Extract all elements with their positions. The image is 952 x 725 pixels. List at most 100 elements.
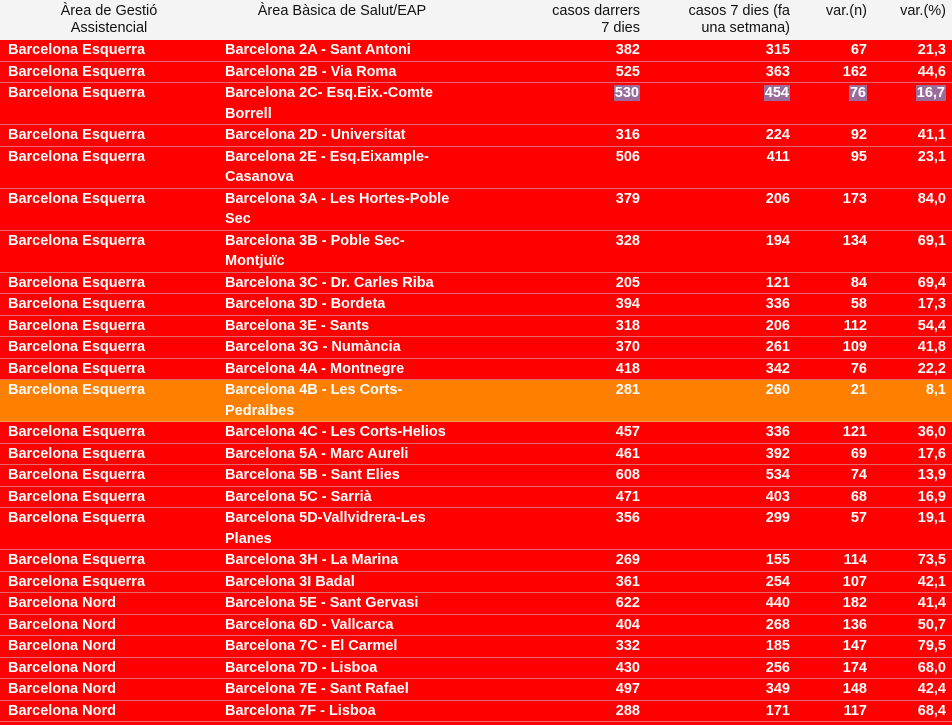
cell-casos-7-dies[interactable]: 379 <box>456 189 648 230</box>
table-row[interactable]: Barcelona Esquerra Barcelona 2E - Esq.Eix… <box>0 146 952 189</box>
cell-var-pct[interactable]: 50,7 <box>874 615 952 636</box>
cell-casos-7-dies[interactable]: 471 <box>456 487 648 508</box>
cell-area[interactable]: Barcelona Esquerra <box>0 359 218 380</box>
cell-var-n[interactable]: 76 <box>798 83 874 124</box>
cell-eap[interactable]: Barcelona 7F - Lisboa <box>218 701 456 722</box>
cell-casos-setmana-anterior[interactable]: 224 <box>648 125 798 146</box>
cell-area[interactable]: Barcelona Esquerra <box>0 231 218 272</box>
cell-eap[interactable]: Barcelona 3D - Bordeta <box>218 294 456 315</box>
cell-area[interactable]: Barcelona Esquerra <box>0 444 218 465</box>
cell-casos-setmana-anterior[interactable]: 254 <box>648 572 798 593</box>
cell-area[interactable]: Barcelona Esquerra <box>0 273 218 294</box>
cell-area[interactable]: Barcelona Nord <box>0 701 218 722</box>
cell-area[interactable]: Barcelona Esquerra <box>0 147 218 188</box>
cell-area[interactable]: Barcelona Esquerra <box>0 189 218 230</box>
cell-casos-setmana-anterior[interactable]: 336 <box>648 294 798 315</box>
cell-var-pct[interactable]: 42,4 <box>874 679 952 700</box>
cell-var-n[interactable]: 109 <box>798 337 874 358</box>
cell-var-n[interactable]: 112 <box>798 316 874 337</box>
cell-casos-7-dies[interactable]: 418 <box>456 359 648 380</box>
cell-casos-7-dies[interactable]: 525 <box>456 62 648 83</box>
cell-casos-7-dies[interactable]: 457 <box>456 422 648 443</box>
cell-var-n[interactable]: 117 <box>798 701 874 722</box>
cell-area[interactable]: Barcelona Esquerra <box>0 508 218 549</box>
cell-casos-setmana-anterior[interactable]: 155 <box>648 550 798 571</box>
header-casos-setmana-anterior[interactable]: casos 7 dies (fa una setmana) <box>648 0 798 40</box>
cell-casos-7-dies[interactable]: 506 <box>456 147 648 188</box>
cell-var-n[interactable]: 173 <box>798 189 874 230</box>
table-row[interactable]: Barcelona Esquerra Barcelona 5D-Vallvidre… <box>0 508 952 550</box>
cell-casos-7-dies[interactable]: 530 <box>456 83 648 124</box>
cell-area[interactable]: Barcelona Esquerra <box>0 125 218 146</box>
cell-var-n[interactable]: 136 <box>798 615 874 636</box>
cell-casos-setmana-anterior[interactable]: 534 <box>648 465 798 486</box>
cell-var-pct[interactable]: 69,4 <box>874 273 952 294</box>
table-row[interactable]: Barcelona Esquerra Barcelona 2C- Esq.Eix.… <box>0 83 952 125</box>
cell-var-n[interactable]: 92 <box>798 125 874 146</box>
table-row[interactable]: Barcelona Esquerra Barcelona 3H - La Mari… <box>0 550 952 572</box>
cell-casos-setmana-anterior[interactable]: 121 <box>648 273 798 294</box>
cell-casos-7-dies[interactable]: 394 <box>456 294 648 315</box>
cell-casos-setmana-anterior[interactable]: 171 <box>648 701 798 722</box>
cell-var-pct[interactable]: 44,6 <box>874 62 952 83</box>
cell-area[interactable]: Barcelona Nord <box>0 679 218 700</box>
cell-eap[interactable]: Barcelona 2B - Via Roma <box>218 62 456 83</box>
cell-casos-7-dies[interactable]: 404 <box>456 615 648 636</box>
cell-eap[interactable]: Barcelona 6D - Vallcarca <box>218 615 456 636</box>
cell-var-pct[interactable]: 13,9 <box>874 465 952 486</box>
cell-casos-7-dies[interactable]: 332 <box>456 636 648 657</box>
cell-area[interactable]: Barcelona Esquerra <box>0 465 218 486</box>
cell-area[interactable]: Barcelona Esquerra <box>0 380 218 421</box>
cell-casos-setmana-anterior[interactable]: 403 <box>648 487 798 508</box>
cell-eap[interactable]: Barcelona 2D - Universitat <box>218 125 456 146</box>
cell-eap[interactable]: Barcelona 5D-Vallvidrera-Les Planes <box>218 508 456 549</box>
table-row[interactable]: Barcelona Nord Barcelona 5E - Sant Gervas… <box>0 593 952 615</box>
cell-eap[interactable]: Barcelona 5C - Sarrià <box>218 487 456 508</box>
table-row[interactable]: Barcelona Nord Barcelona 7F - Lisboa 288 17… <box>0 700 952 722</box>
cell-eap[interactable]: Barcelona 7D - Lisboa <box>218 658 456 679</box>
header-area-gestio[interactable]: Àrea de Gestió Assistencial <box>0 0 218 40</box>
cell-var-pct[interactable]: 79,5 <box>874 636 952 657</box>
table-row[interactable]: Barcelona Nord Barcelona 7D - Lisboa 430 25… <box>0 657 952 679</box>
cell-var-pct[interactable]: 68,0 <box>874 658 952 679</box>
cell-area[interactable]: Barcelona Esquerra <box>0 550 218 571</box>
cell-casos-setmana-anterior[interactable]: 349 <box>648 679 798 700</box>
cell-area[interactable]: Barcelona Nord <box>0 658 218 679</box>
cell-casos-setmana-anterior[interactable]: 261 <box>648 337 798 358</box>
cell-var-pct[interactable]: 36,0 <box>874 422 952 443</box>
cell-var-pct[interactable]: 41,8 <box>874 337 952 358</box>
cell-var-pct[interactable]: 17,3 <box>874 294 952 315</box>
cell-casos-7-dies[interactable]: 608 <box>456 465 648 486</box>
cell-casos-setmana-anterior[interactable]: 392 <box>648 444 798 465</box>
header-eap[interactable]: Àrea Bàsica de Salut/EAP <box>218 0 456 40</box>
cell-casos-7-dies[interactable]: 269 <box>456 550 648 571</box>
cell-area[interactable]: Barcelona Esquerra <box>0 294 218 315</box>
cell-casos-setmana-anterior[interactable]: 185 <box>648 636 798 657</box>
cell-area[interactable]: Barcelona Esquerra <box>0 487 218 508</box>
cell-var-n[interactable]: 74 <box>798 465 874 486</box>
cell-var-n[interactable]: 148 <box>798 679 874 700</box>
table-row[interactable]: Barcelona Esquerra Barcelona 4C - Les Cor… <box>0 422 952 444</box>
cell-eap[interactable]: Barcelona 3B - Poble Sec-Montjuïc <box>218 231 456 272</box>
cell-casos-setmana-anterior[interactable]: 315 <box>648 40 798 61</box>
table-row[interactable]: Barcelona Esquerra Barcelona 3C - Dr. Car… <box>0 272 952 294</box>
cell-area[interactable]: Barcelona Nord <box>0 615 218 636</box>
cell-area[interactable]: Barcelona Esquerra <box>0 62 218 83</box>
cell-casos-7-dies[interactable]: 361 <box>456 572 648 593</box>
table-row[interactable]: Barcelona Esquerra Barcelona 3G - Numànci… <box>0 337 952 359</box>
cell-casos-7-dies[interactable]: 430 <box>456 658 648 679</box>
cell-casos-7-dies[interactable]: 382 <box>456 40 648 61</box>
cell-casos-setmana-anterior[interactable]: 206 <box>648 316 798 337</box>
cell-eap[interactable]: Barcelona 4C - Les Corts-Helios <box>218 422 456 443</box>
cell-eap[interactable]: Barcelona 3A - Les Hortes-Poble Sec <box>218 189 456 230</box>
cell-casos-7-dies[interactable]: 461 <box>456 444 648 465</box>
cell-var-n[interactable]: 21 <box>798 380 874 421</box>
cell-casos-setmana-anterior[interactable]: 440 <box>648 593 798 614</box>
table-row[interactable]: Barcelona Esquerra Barcelona 2D - Univers… <box>0 125 952 147</box>
table-row[interactable]: Barcelona Nord Barcelona 6D - Vallcarca 40… <box>0 614 952 636</box>
cell-area[interactable]: Barcelona Esquerra <box>0 422 218 443</box>
cell-casos-setmana-anterior[interactable]: 363 <box>648 62 798 83</box>
header-casos-7-dies[interactable]: casos darrers 7 dies <box>456 0 648 40</box>
table-row[interactable]: Barcelona Esquerra Barcelona 3D - Bordeta… <box>0 294 952 316</box>
cell-casos-7-dies[interactable]: 318 <box>456 316 648 337</box>
